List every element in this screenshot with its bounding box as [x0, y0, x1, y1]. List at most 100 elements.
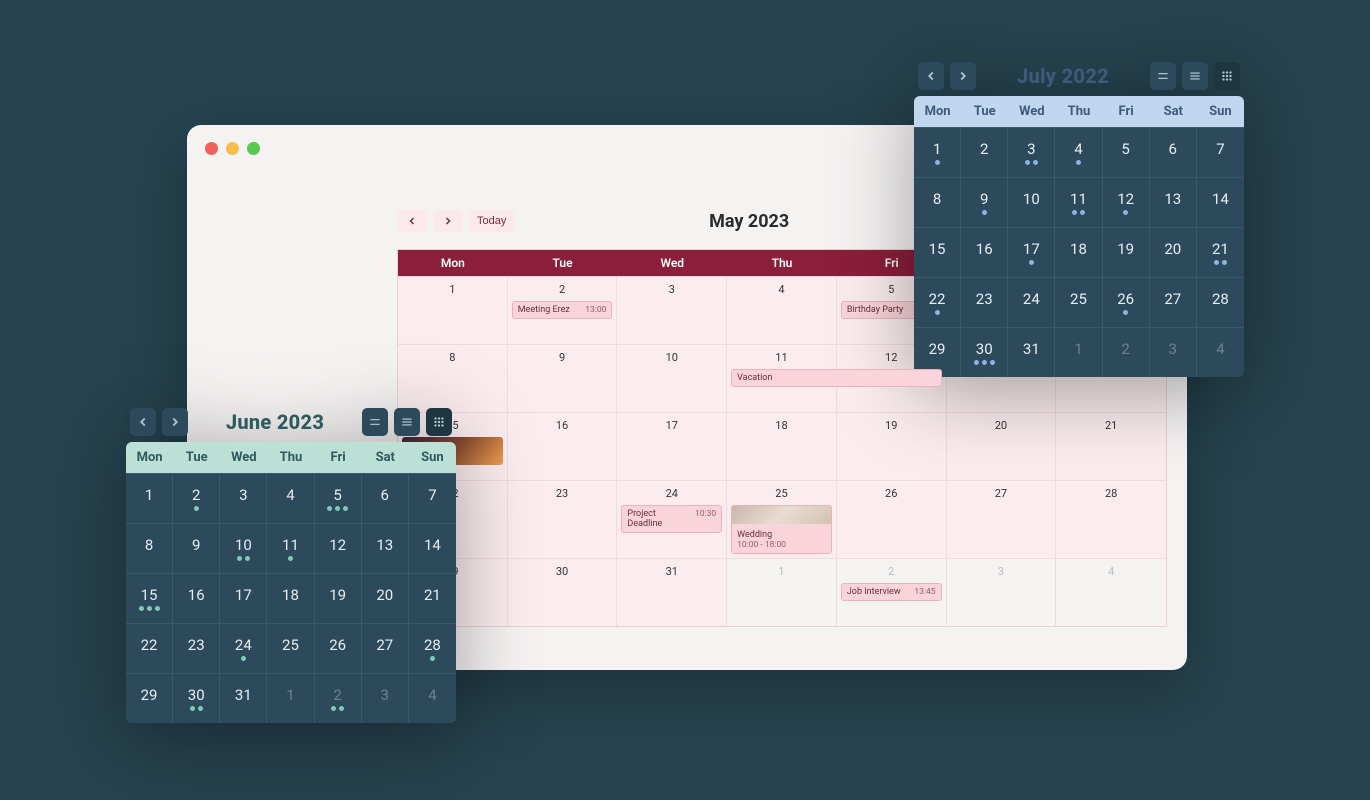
mini-cell[interactable]: 8: [126, 523, 173, 573]
event[interactable]: Meeting Erez13:00: [512, 301, 613, 319]
prev-button[interactable]: [918, 62, 944, 90]
mini-cell[interactable]: 23: [173, 623, 220, 673]
mini-cell[interactable]: 4: [409, 673, 456, 723]
mini-cell[interactable]: 16: [173, 573, 220, 623]
mini-cell[interactable]: 4: [267, 473, 314, 523]
calendar-cell[interactable]: 21: [1056, 412, 1166, 480]
calendar-cell[interactable]: 1: [727, 558, 837, 626]
mini-cell[interactable]: 28: [409, 623, 456, 673]
calendar-cell[interactable]: 24Project Deadline10:30: [617, 480, 727, 558]
mini-cell[interactable]: 15: [914, 227, 961, 277]
mini-cell[interactable]: 1: [267, 673, 314, 723]
mini-cell[interactable]: 30: [961, 327, 1008, 377]
mini-cell[interactable]: 3: [362, 673, 409, 723]
mini-cell[interactable]: 17: [220, 573, 267, 623]
mini-cell[interactable]: 27: [1150, 277, 1197, 327]
mini-cell[interactable]: 10: [220, 523, 267, 573]
event[interactable]: Vacation: [731, 369, 942, 387]
calendar-cell[interactable]: 17: [617, 412, 727, 480]
mini-cell[interactable]: 1: [1055, 327, 1102, 377]
calendar-cell[interactable]: 20: [947, 412, 1057, 480]
mini-cell[interactable]: 12: [315, 523, 362, 573]
mini-cell[interactable]: 30: [173, 673, 220, 723]
event-wedding[interactable]: Wedding10:00 - 18:00: [731, 505, 832, 554]
mini-cell[interactable]: 25: [267, 623, 314, 673]
calendar-cell[interactable]: 19: [837, 412, 947, 480]
next-button[interactable]: [162, 408, 188, 436]
minimize-dot-icon[interactable]: [226, 142, 239, 155]
calendar-cell[interactable]: 3: [617, 276, 727, 344]
calendar-cell[interactable]: 2Meeting Erez13:00: [508, 276, 618, 344]
mini-cell[interactable]: 2: [961, 127, 1008, 177]
mini-cell[interactable]: 15: [126, 573, 173, 623]
list-view-button[interactable]: [362, 408, 388, 436]
mini-cell[interactable]: 1: [914, 127, 961, 177]
next-month-button[interactable]: [433, 210, 463, 232]
mini-cell[interactable]: 19: [315, 573, 362, 623]
mini-cell[interactable]: 9: [961, 177, 1008, 227]
mini-cell[interactable]: 3: [1150, 327, 1197, 377]
calendar-cell[interactable]: 4: [1056, 558, 1166, 626]
mini-cell[interactable]: 3: [220, 473, 267, 523]
mini-cell[interactable]: 9: [173, 523, 220, 573]
mini-cell[interactable]: 5: [1103, 127, 1150, 177]
mini-cell[interactable]: 26: [1103, 277, 1150, 327]
mini-cell[interactable]: 16: [961, 227, 1008, 277]
today-button[interactable]: Today: [469, 210, 514, 232]
agenda-view-button[interactable]: [1182, 62, 1208, 90]
mini-cell[interactable]: 11: [1055, 177, 1102, 227]
mini-cell[interactable]: 24: [220, 623, 267, 673]
mini-cell[interactable]: 26: [315, 623, 362, 673]
next-button[interactable]: [950, 62, 976, 90]
calendar-cell[interactable]: 28: [1056, 480, 1166, 558]
grid-view-button[interactable]: [426, 408, 452, 436]
mini-cell[interactable]: 3: [1008, 127, 1055, 177]
calendar-cell[interactable]: 16: [508, 412, 618, 480]
prev-month-button[interactable]: [397, 210, 427, 232]
calendar-cell[interactable]: 23: [508, 480, 618, 558]
calendar-cell[interactable]: 18: [727, 412, 837, 480]
mini-cell[interactable]: 29: [126, 673, 173, 723]
mini-cell[interactable]: 14: [1197, 177, 1244, 227]
calendar-cell[interactable]: 27: [947, 480, 1057, 558]
mini-cell[interactable]: 2: [1103, 327, 1150, 377]
calendar-cell[interactable]: 10: [617, 344, 727, 412]
mini-cell[interactable]: 20: [362, 573, 409, 623]
grid-view-button[interactable]: [1214, 62, 1240, 90]
maximize-dot-icon[interactable]: [247, 142, 260, 155]
mini-cell[interactable]: 14: [409, 523, 456, 573]
mini-cell[interactable]: 4: [1055, 127, 1102, 177]
mini-cell[interactable]: 2: [173, 473, 220, 523]
mini-cell[interactable]: 12: [1103, 177, 1150, 227]
mini-cell[interactable]: 22: [914, 277, 961, 327]
mini-cell[interactable]: 6: [1150, 127, 1197, 177]
mini-cell[interactable]: 6: [362, 473, 409, 523]
mini-cell[interactable]: 5: [315, 473, 362, 523]
calendar-cell[interactable]: 4: [727, 276, 837, 344]
calendar-cell[interactable]: 31: [617, 558, 727, 626]
mini-cell[interactable]: 22: [126, 623, 173, 673]
mini-cell[interactable]: 4: [1197, 327, 1244, 377]
mini-cell[interactable]: 10: [1008, 177, 1055, 227]
prev-button[interactable]: [130, 408, 156, 436]
mini-cell[interactable]: 11: [267, 523, 314, 573]
mini-cell[interactable]: 21: [1197, 227, 1244, 277]
mini-cell[interactable]: 24: [1008, 277, 1055, 327]
mini-cell[interactable]: 8: [914, 177, 961, 227]
calendar-cell[interactable]: 9: [508, 344, 618, 412]
mini-cell[interactable]: 23: [961, 277, 1008, 327]
mini-cell[interactable]: 28: [1197, 277, 1244, 327]
mini-cell[interactable]: 18: [267, 573, 314, 623]
mini-cell[interactable]: 17: [1008, 227, 1055, 277]
calendar-cell[interactable]: 25Wedding10:00 - 18:00: [727, 480, 837, 558]
mini-cell[interactable]: 21: [409, 573, 456, 623]
close-dot-icon[interactable]: [205, 142, 218, 155]
mini-cell[interactable]: 18: [1055, 227, 1102, 277]
mini-cell[interactable]: 7: [409, 473, 456, 523]
calendar-cell[interactable]: 30: [508, 558, 618, 626]
mini-cell[interactable]: 13: [1150, 177, 1197, 227]
calendar-cell[interactable]: 26: [837, 480, 947, 558]
calendar-cell[interactable]: 11Vacation: [727, 344, 837, 412]
calendar-cell[interactable]: 1: [398, 276, 508, 344]
mini-cell[interactable]: 13: [362, 523, 409, 573]
